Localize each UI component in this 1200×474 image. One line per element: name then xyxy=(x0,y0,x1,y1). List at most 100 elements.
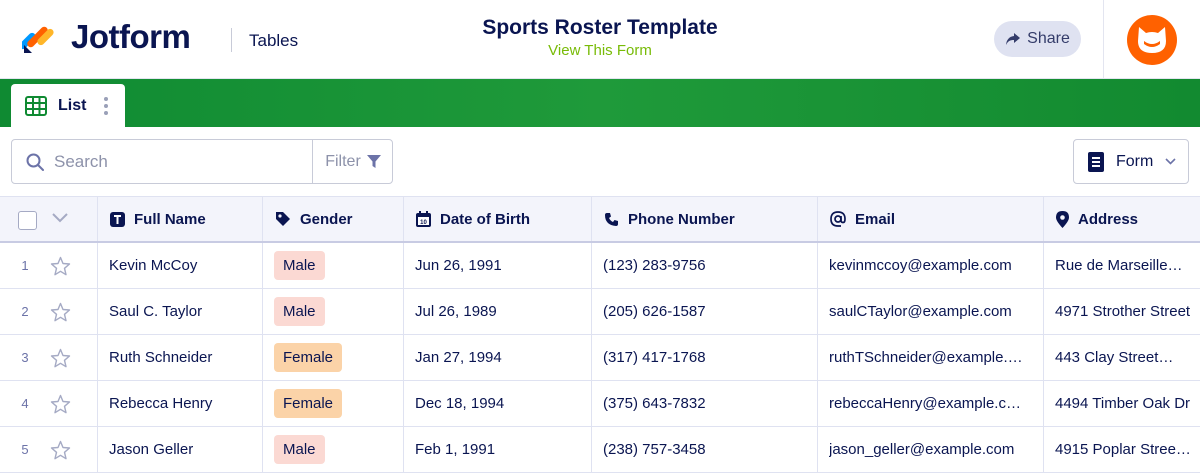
table-row[interactable]: 3 Ruth Schneider Female Jan 27, 1994 (31… xyxy=(0,335,1200,381)
cell-phone-number[interactable]: (205) 626-1587 xyxy=(592,289,818,334)
cell-date-of-birth[interactable]: Feb 1, 1991 xyxy=(404,427,592,472)
email-text: saulCTaylor@example.com xyxy=(829,303,1012,320)
cell-address[interactable]: 4971 Strother Street xyxy=(1044,289,1200,334)
cell-address[interactable]: 4915 Poplar Street… xyxy=(1044,427,1200,472)
cell-full-name[interactable]: Ruth Schneider xyxy=(98,335,263,380)
table-row[interactable]: 5 Jason Geller Male Feb 1, 1991 (238) 75… xyxy=(0,427,1200,473)
cell-date-of-birth[interactable]: Jan 27, 1994 xyxy=(404,335,592,380)
table-row[interactable]: 1 Kevin McCoy Male Jun 26, 1991 (123) 28… xyxy=(0,243,1200,289)
tab-options-icon[interactable] xyxy=(104,96,109,115)
row-number: 5 xyxy=(21,442,29,457)
cell-gender[interactable]: Male xyxy=(263,289,404,334)
jotform-logo[interactable]: Jotform xyxy=(22,18,191,56)
search-input[interactable] xyxy=(54,151,294,172)
title-block: Sports Roster Template View This Form xyxy=(400,16,800,59)
column-header-address[interactable]: Address xyxy=(1044,197,1200,241)
cell-gender[interactable]: Female xyxy=(263,381,404,426)
email-text: rebeccaHenry@example.c… xyxy=(829,395,1021,412)
row-number: 1 xyxy=(21,258,29,273)
share-arrow-icon xyxy=(1006,33,1021,45)
cell-full-name[interactable]: Jason Geller xyxy=(98,427,263,472)
search-icon xyxy=(26,153,44,171)
address-text: Rue de Marseille… xyxy=(1055,257,1183,274)
form-document-icon xyxy=(1088,151,1104,172)
top-bar: Jotform Tables Sports Roster Template Vi… xyxy=(0,0,1200,79)
cell-email[interactable]: saulCTaylor@example.com xyxy=(818,289,1044,334)
star-icon[interactable] xyxy=(50,348,71,368)
column-header-full-name[interactable]: Full Name xyxy=(98,197,263,241)
text-icon xyxy=(110,211,125,227)
location-pin-icon xyxy=(1056,210,1069,228)
header-divider xyxy=(231,28,232,52)
column-header-email[interactable]: Email xyxy=(818,197,1044,241)
cell-gender[interactable]: Female xyxy=(263,335,404,380)
tab-list[interactable]: List xyxy=(11,84,125,127)
row-number: 3 xyxy=(21,350,29,365)
star-icon[interactable] xyxy=(50,394,71,414)
column-header-gender[interactable]: Gender xyxy=(263,197,404,241)
cell-phone-number[interactable]: (375) 643-7832 xyxy=(592,381,818,426)
email-text: jason_geller@example.com xyxy=(829,441,1015,458)
email-text: ruthTSchneider@example.… xyxy=(829,349,1023,366)
cell-email[interactable]: ruthTSchneider@example.… xyxy=(818,335,1044,380)
brand-wordmark: Jotform xyxy=(71,18,191,55)
table-row[interactable]: 4 Rebecca Henry Female Dec 18, 1994 (375… xyxy=(0,381,1200,427)
tab-list-label: List xyxy=(58,96,87,114)
cell-email[interactable]: rebeccaHenry@example.c… xyxy=(818,381,1044,426)
chevron-down-icon[interactable] xyxy=(52,213,68,223)
filter-label: Filter xyxy=(325,152,361,170)
column-header-date-of-birth[interactable]: 10 Date of Birth xyxy=(404,197,592,241)
phone-icon xyxy=(605,212,618,226)
table-header: Full Name Gender 10 Date of Birth Phone xyxy=(0,196,1200,243)
filter-button[interactable]: Filter xyxy=(312,140,393,183)
row-index-cell: 5 xyxy=(0,427,98,472)
cell-phone-number[interactable]: (123) 283-9756 xyxy=(592,243,818,288)
gender-badge: Male xyxy=(274,297,325,326)
cell-gender[interactable]: Male xyxy=(263,427,404,472)
cell-gender[interactable]: Male xyxy=(263,243,404,288)
column-header-phone-number[interactable]: Phone Number xyxy=(592,197,818,241)
gender-badge: Male xyxy=(274,435,325,464)
column-label: Full Name xyxy=(134,210,206,228)
email-text: kevinmccoy@example.com xyxy=(829,257,1012,274)
cell-address[interactable]: 4494 Timber Oak Dr xyxy=(1044,381,1200,426)
cell-date-of-birth[interactable]: Dec 18, 1994 xyxy=(404,381,592,426)
tables-link[interactable]: Tables xyxy=(249,31,298,51)
cell-email[interactable]: kevinmccoy@example.com xyxy=(818,243,1044,288)
cell-full-name[interactable]: Kevin McCoy xyxy=(98,243,263,288)
cell-date-of-birth[interactable]: Jul 26, 1989 xyxy=(404,289,592,334)
cell-address[interactable]: 443 Clay Street… xyxy=(1044,335,1200,380)
column-label: Address xyxy=(1078,210,1139,228)
share-button[interactable]: Share xyxy=(994,21,1081,57)
cell-full-name[interactable]: Rebecca Henry xyxy=(98,381,263,426)
view-tab-bar xyxy=(0,79,1200,127)
form-button[interactable]: Form xyxy=(1073,139,1189,184)
row-index-cell: 2 xyxy=(0,289,98,334)
filter-funnel-icon xyxy=(366,155,381,168)
view-form-link[interactable]: View This Form xyxy=(400,42,800,59)
avatar-divider xyxy=(1103,0,1104,79)
gender-badge: Female xyxy=(274,389,343,418)
cell-full-name[interactable]: Saul C. Taylor xyxy=(98,289,263,334)
cell-phone-number[interactable]: (317) 417-1768 xyxy=(592,335,818,380)
cell-email[interactable]: jason_geller@example.com xyxy=(818,427,1044,472)
cell-address[interactable]: Rue de Marseille… xyxy=(1044,243,1200,288)
header-select-cell xyxy=(0,197,98,241)
star-icon[interactable] xyxy=(50,256,71,276)
at-icon xyxy=(830,211,846,227)
share-label: Share xyxy=(1027,30,1070,47)
search-box: Filter xyxy=(11,139,393,184)
calendar-icon: 10 xyxy=(416,211,431,227)
table-row[interactable]: 2 Saul C. Taylor Male Jul 26, 1989 (205)… xyxy=(0,289,1200,335)
cell-date-of-birth[interactable]: Jun 26, 1991 xyxy=(404,243,592,288)
address-text: 4494 Timber Oak Dr xyxy=(1055,395,1191,412)
cell-phone-number[interactable]: (238) 757-3458 xyxy=(592,427,818,472)
address-text: 4971 Strother Street xyxy=(1055,303,1191,320)
select-all-checkbox[interactable] xyxy=(18,211,37,230)
column-label: Date of Birth xyxy=(440,210,530,228)
column-label: Phone Number xyxy=(628,210,735,228)
star-icon[interactable] xyxy=(50,302,71,322)
jotform-logo-icon xyxy=(22,26,54,53)
star-icon[interactable] xyxy=(50,440,71,460)
user-avatar[interactable] xyxy=(1127,15,1177,65)
